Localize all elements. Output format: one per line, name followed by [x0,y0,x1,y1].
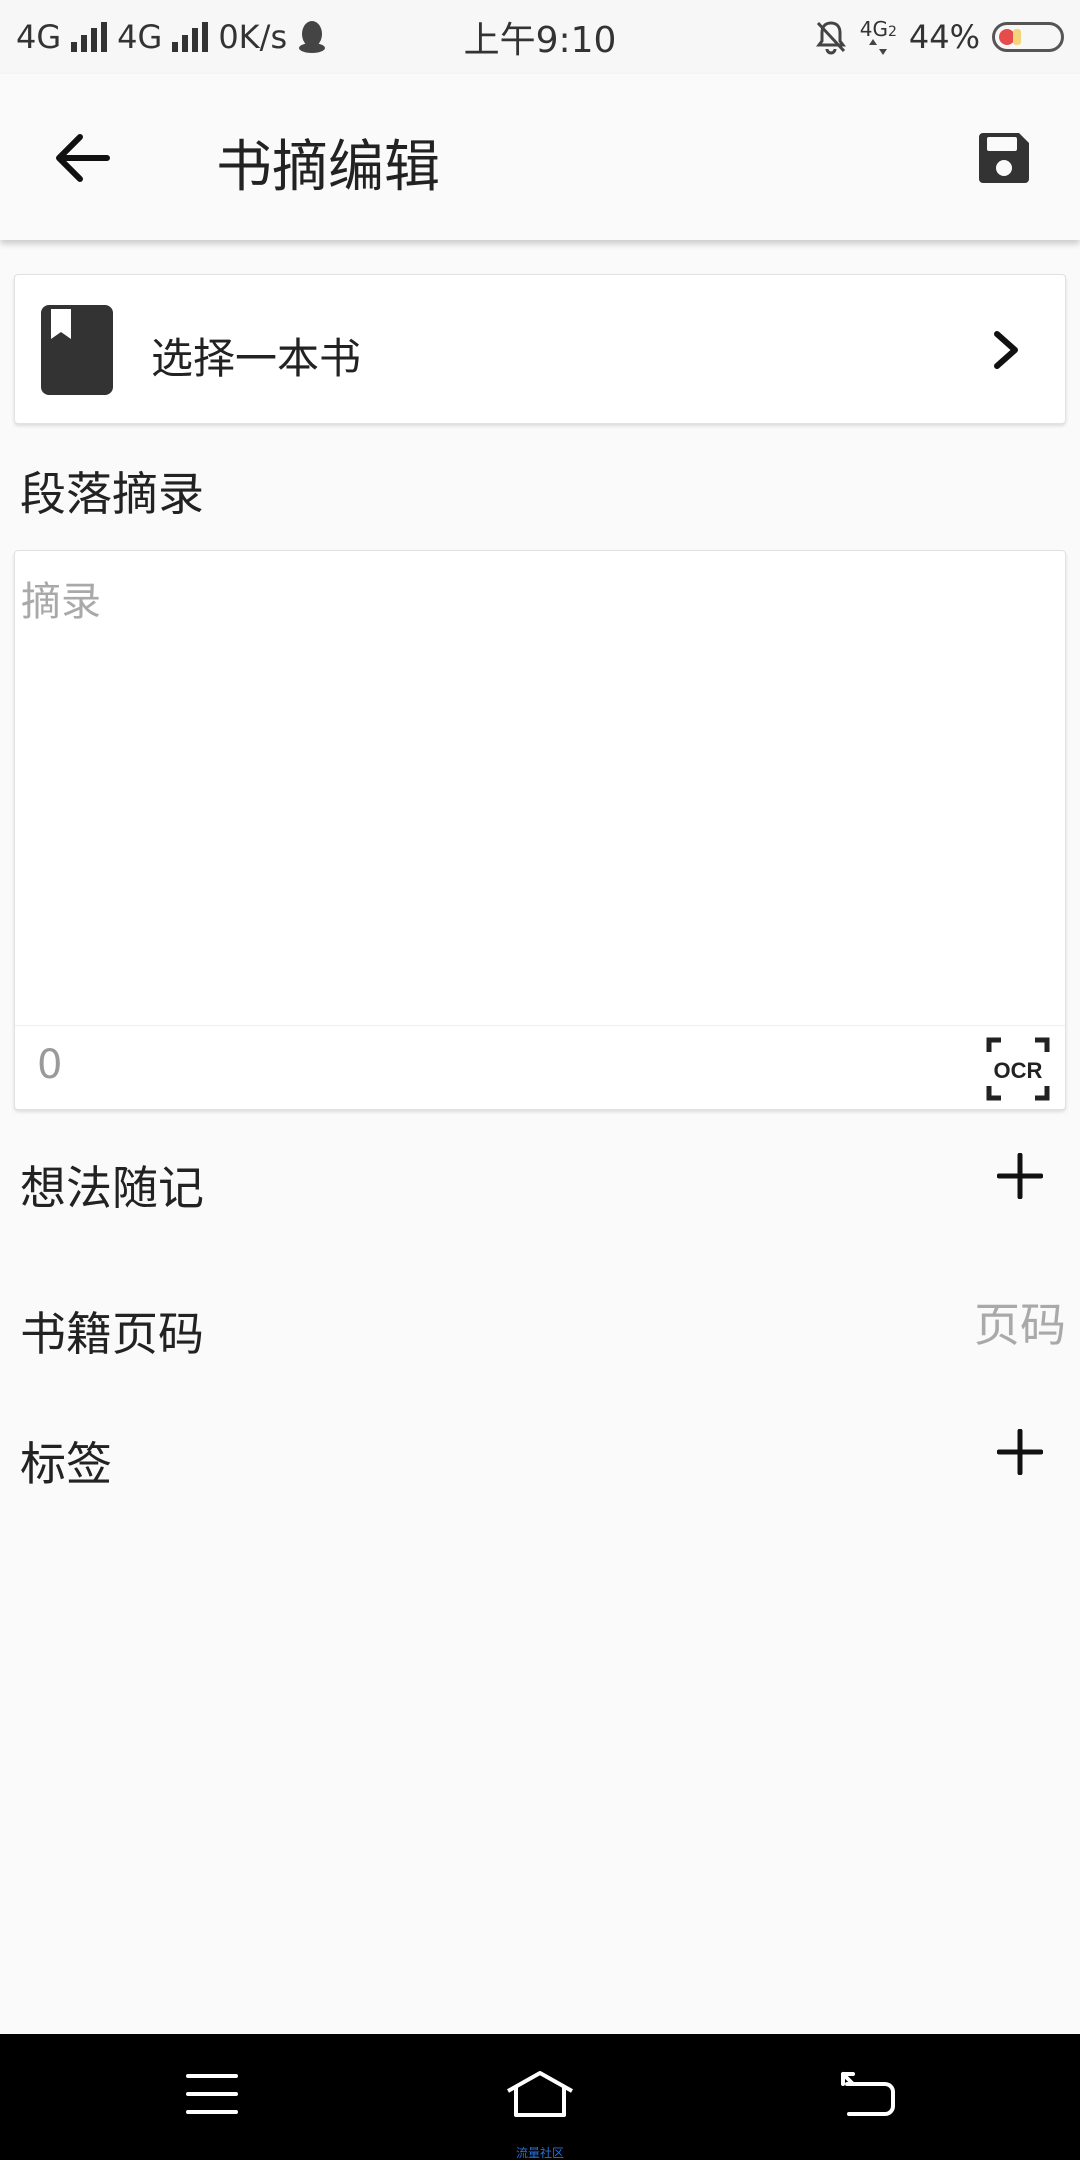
excerpt-footer: 0 OCR [15,1025,1065,1109]
chevron-right-icon [994,331,1018,369]
navigation-bar: 流量社区 [0,2034,1080,2160]
excerpt-card: 0 OCR [14,550,1066,1110]
thoughts-label: 想法随记 [20,1161,204,1215]
add-thought-button[interactable] [988,1144,1052,1208]
nav-caption: 流量社区 [515,2146,564,2160]
excerpt-input[interactable] [15,551,1065,1025]
ocr-label: OCR [994,1058,1043,1083]
network-label-3: 4G [859,17,888,41]
screen: 4G 4G 0K/s 上午9:10 4G2 44% 书摘编辑 选择一本书 段落摘… [0,0,1080,2160]
plus-icon [997,1153,1043,1199]
thoughts-row: 想法随记 [0,1124,1080,1234]
char-count: 0 [37,1042,63,1088]
tags-row: 标签 [0,1400,1080,1510]
ocr-button[interactable]: OCR [985,1036,1051,1102]
return-icon [841,2072,895,2116]
home-nav-button[interactable] [492,2058,588,2130]
add-tag-button[interactable] [988,1420,1052,1484]
save-button[interactable] [964,118,1044,198]
book-icon [41,305,113,395]
menu-nav-button[interactable] [164,2058,260,2130]
select-book-card[interactable]: 选择一本书 [14,274,1066,424]
select-book-chevron[interactable] [971,315,1041,385]
page-number-row: 书籍页码 [0,1270,1080,1380]
bell-off-icon [815,21,846,55]
select-book-label: 选择一本书 [151,334,362,383]
page-number-label: 书籍页码 [20,1307,204,1361]
battery-icon [992,22,1064,52]
status-right: 4G2 44% [814,0,1064,74]
app-bar: 书摘编辑 [0,74,1080,240]
ocr-scan-icon: OCR [986,1037,1050,1101]
menu-icon [186,2074,238,2114]
arrow-left-icon [56,134,110,182]
floppy-disk-icon [979,133,1029,183]
home-icon [507,2071,573,2117]
status-bar: 4G 4G 0K/s 上午9:10 4G2 44% [0,0,1080,74]
excerpt-section-title: 段落摘录 [20,467,204,521]
plus-icon [997,1429,1043,1475]
network-sub-label: 2 [887,24,897,40]
back-nav-button[interactable] [820,2058,916,2130]
battery-percent: 44% [908,18,980,56]
data-arrows-icon [869,39,888,55]
back-button[interactable] [40,116,124,200]
page-number-input[interactable] [826,1292,1066,1358]
tags-label: 标签 [20,1437,112,1491]
network-4g-indicator: 4G2 [860,19,897,55]
page-title: 书摘编辑 [216,135,440,200]
